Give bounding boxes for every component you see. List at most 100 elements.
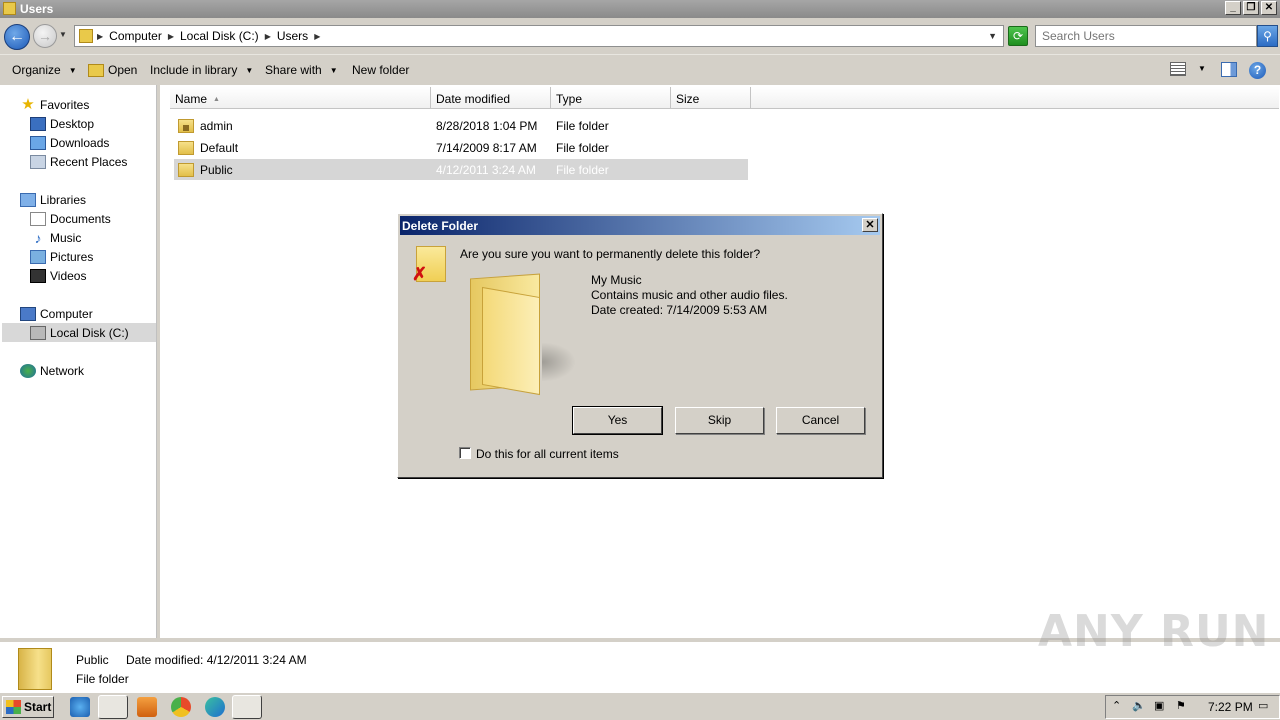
printer-taskbar-button[interactable]	[232, 695, 262, 719]
view-options-chevron-icon[interactable]: ▼	[1198, 64, 1206, 73]
breadcrumb-chevron-icon[interactable]: ▶	[97, 32, 103, 41]
file-date: 4/12/2011 3:24 AM	[436, 163, 536, 177]
dialog-item-created: Date created: 7/14/2009 5:53 AM	[591, 303, 768, 317]
chrome-icon[interactable]	[171, 697, 191, 717]
edge-icon[interactable]	[205, 697, 225, 717]
nav-computer[interactable]: Computer	[20, 304, 93, 323]
table-row-selected[interactable]: Public 4/12/2011 3:24 AM File folder	[174, 159, 748, 180]
organize-button[interactable]: Organize ▼	[12, 63, 77, 77]
window-title-bar[interactable]: Users _ ❐ ✕	[0, 0, 1280, 18]
include-in-library-button[interactable]: Include in library ▼	[150, 63, 253, 77]
recent-pages-dropdown[interactable]: ▼	[59, 30, 67, 39]
nav-favorites[interactable]: ★ Favorites	[20, 95, 89, 114]
column-label: Size	[676, 92, 700, 106]
nav-desktop[interactable]: Desktop	[30, 114, 94, 133]
nav-network[interactable]: Network	[20, 361, 84, 380]
windows-logo-icon	[6, 700, 21, 714]
organize-label: Organize	[12, 63, 61, 77]
details-name: Public	[76, 653, 109, 667]
close-button[interactable]: ✕	[1261, 1, 1277, 15]
search-icon[interactable]: ⚲	[1257, 25, 1278, 47]
nav-label: Libraries	[40, 192, 87, 207]
table-row[interactable]: Default 7/14/2009 8:17 AM File folder	[174, 137, 748, 158]
media-player-icon[interactable]	[137, 697, 157, 717]
apply-to-all-checkbox[interactable]	[459, 447, 471, 459]
breadcrumb-users[interactable]: Users	[277, 29, 308, 43]
action-center-flag-icon[interactable]: ⚑	[1176, 699, 1186, 712]
volume-icon[interactable]: 🔈	[1132, 699, 1146, 712]
yes-button[interactable]: Yes	[572, 406, 663, 435]
show-hidden-icons-icon[interactable]: ⌃	[1112, 699, 1121, 712]
dialog-item-name: My Music	[591, 273, 642, 287]
delete-x-icon: ✗	[412, 264, 428, 284]
folder-icon	[79, 29, 93, 43]
breadcrumb-chevron-icon[interactable]: ▶	[314, 32, 320, 41]
breadcrumb-computer[interactable]: Computer	[109, 29, 162, 43]
videos-icon	[30, 268, 46, 283]
dialog-close-button[interactable]: ✕	[862, 218, 878, 232]
open-button[interactable]: Open	[88, 63, 137, 77]
chevron-down-icon: ▼	[329, 65, 338, 75]
refresh-button[interactable]: ⟳	[1008, 26, 1028, 46]
nav-videos[interactable]: Videos	[30, 266, 86, 285]
delete-folder-dialog: Delete Folder ✕ ✗ Are you sure you want …	[397, 213, 883, 478]
forward-button[interactable]: →	[33, 24, 57, 48]
cancel-button[interactable]: Cancel	[776, 407, 865, 434]
network-icon	[20, 363, 36, 378]
music-note-icon: ♪	[34, 229, 42, 246]
nav-label: Desktop	[50, 116, 95, 131]
column-label: Name	[175, 92, 208, 106]
column-header-type[interactable]: Type	[551, 87, 671, 109]
open-label: Open	[108, 63, 138, 77]
nav-label: Computer	[40, 306, 93, 321]
nav-local-disk[interactable]: Local Disk (C:)	[2, 323, 156, 342]
preview-pane-icon[interactable]	[1221, 62, 1237, 77]
column-header-empty	[751, 87, 1279, 109]
new-folder-button[interactable]: New folder	[352, 63, 409, 77]
locked-folder-icon	[178, 119, 194, 133]
address-bar[interactable]: ▶ Computer ▶ Local Disk (C:) ▶ Users ▶ ▼	[74, 25, 1004, 47]
nav-pictures[interactable]: Pictures	[30, 247, 93, 266]
column-header-name[interactable]: Name ▲	[170, 87, 431, 109]
address-dropdown-icon[interactable]: ▼	[988, 31, 997, 41]
nav-music[interactable]: ♪ Music	[30, 228, 82, 247]
breadcrumb-local-disk[interactable]: Local Disk (C:)	[180, 29, 259, 43]
nav-documents[interactable]: Documents	[30, 209, 111, 228]
drive-icon	[30, 325, 46, 340]
change-view-icon[interactable]	[1170, 62, 1186, 76]
breadcrumb-chevron-icon[interactable]: ▶	[168, 32, 174, 41]
dialog-title-bar[interactable]: Delete Folder ✕	[400, 216, 880, 235]
details-type: File folder	[76, 672, 129, 686]
help-icon[interactable]: ?	[1249, 62, 1266, 79]
maximize-button[interactable]: ❐	[1243, 1, 1259, 15]
nav-libraries[interactable]: Libraries	[20, 190, 86, 209]
column-header-size[interactable]: Size	[671, 87, 751, 109]
show-desktop-icon[interactable]: ▭	[1258, 699, 1268, 712]
desktop-icon	[30, 116, 46, 131]
minimize-button[interactable]: _	[1225, 1, 1241, 15]
file-type: File folder	[556, 141, 609, 155]
column-header-date-modified[interactable]: Date modified	[431, 87, 551, 109]
search-input[interactable]	[1035, 25, 1257, 47]
file-type: File folder	[556, 119, 609, 133]
table-row[interactable]: admin 8/28/2018 1:04 PM File folder	[174, 115, 748, 136]
dialog-question: Are you sure you want to permanently del…	[460, 247, 761, 261]
back-button[interactable]: ←	[4, 24, 30, 50]
internet-explorer-icon[interactable]	[70, 697, 90, 717]
include-in-library-label: Include in library	[150, 63, 238, 77]
breadcrumb-chevron-icon[interactable]: ▶	[265, 32, 271, 41]
nav-recent-places[interactable]: Recent Places	[30, 152, 127, 171]
start-button[interactable]: Start	[2, 696, 54, 718]
column-label: Type	[556, 92, 583, 106]
apply-to-all-label[interactable]: Do this for all current items	[476, 447, 619, 461]
file-name: Default	[200, 141, 239, 155]
explorer-taskbar-button[interactable]	[98, 695, 128, 719]
clock[interactable]: 7:22 PM	[1208, 700, 1253, 714]
skip-button[interactable]: Skip	[675, 407, 764, 434]
share-with-button[interactable]: Share with ▼	[265, 63, 338, 77]
network-status-icon[interactable]: ▣	[1154, 699, 1164, 712]
nav-downloads[interactable]: Downloads	[30, 133, 109, 152]
folder-icon	[178, 141, 194, 155]
navigation-pane: ★ Favorites Desktop Downloads Recent Plac…	[0, 85, 157, 638]
large-folder-icon	[470, 272, 576, 396]
